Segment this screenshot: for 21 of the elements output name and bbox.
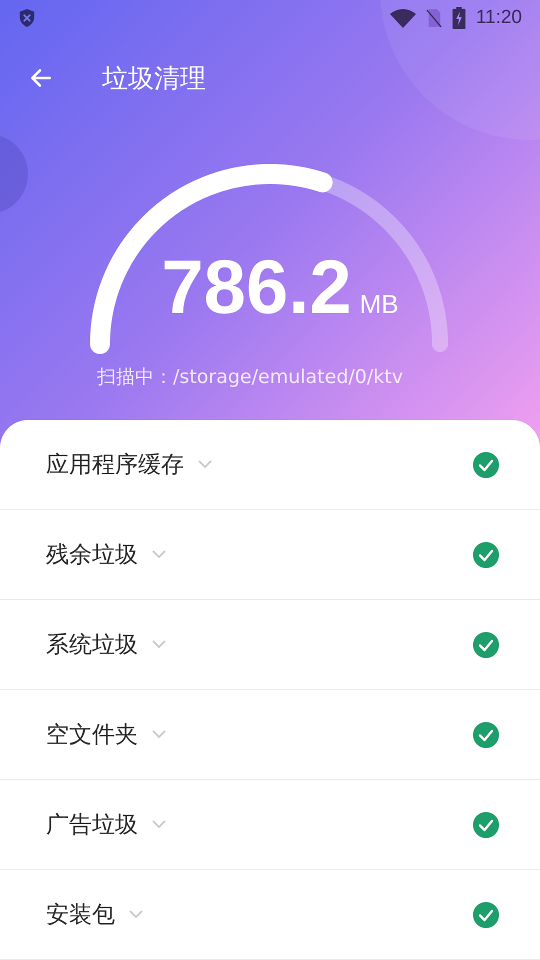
check-circle-icon[interactable]	[473, 722, 499, 748]
junk-size-unit: MB	[360, 289, 399, 320]
category-label: 安装包	[46, 901, 115, 930]
status-time: 11:20	[476, 7, 522, 29]
category-label: 广告垃圾	[46, 811, 138, 840]
check-circle-icon[interactable]	[473, 812, 499, 838]
no-sim-icon	[426, 8, 442, 28]
check-circle-icon[interactable]	[473, 542, 499, 568]
scan-path-text: 扫描中：/storage/emulated/0/ktv	[96, 365, 404, 390]
wifi-icon	[390, 8, 416, 28]
check-circle-icon[interactable]	[473, 632, 499, 658]
junk-size-value: 786.2	[161, 250, 352, 326]
check-circle-icon[interactable]	[473, 902, 499, 928]
check-circle-icon[interactable]	[473, 452, 499, 478]
category-label: 空文件夹	[46, 721, 138, 750]
category-label: 残余垃圾	[46, 541, 138, 570]
battery-charging-icon	[452, 7, 466, 29]
category-label: 系统垃圾	[46, 631, 138, 660]
page-title: 垃圾清理	[102, 62, 206, 96]
shield-icon	[18, 8, 36, 28]
category-label: 应用程序缓存	[46, 451, 184, 480]
